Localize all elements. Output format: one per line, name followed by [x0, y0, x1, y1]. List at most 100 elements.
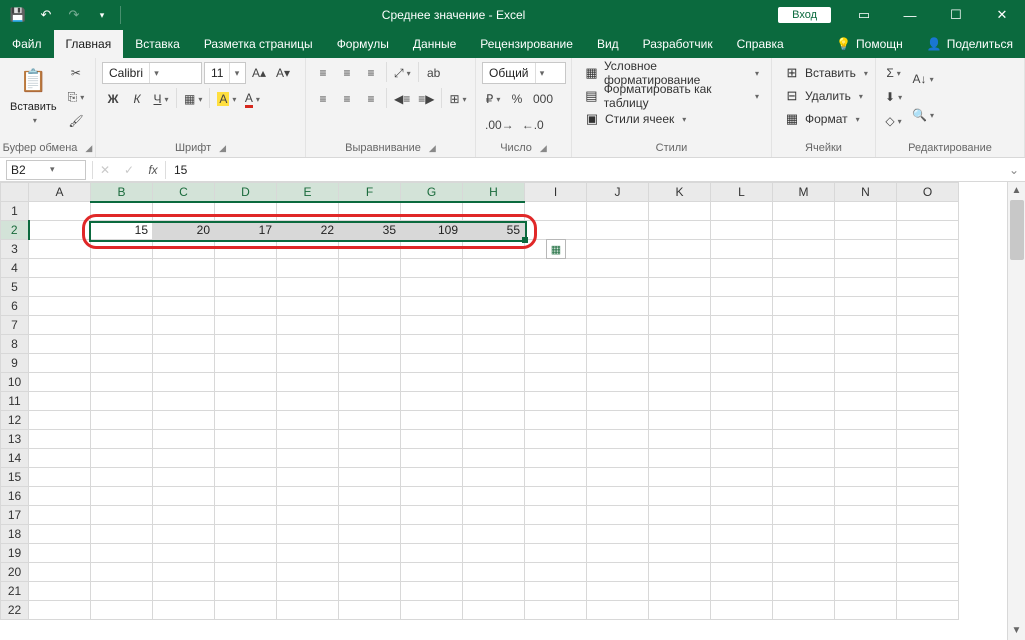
column-header-O[interactable]: O: [897, 183, 959, 202]
select-all-corner[interactable]: [1, 183, 29, 202]
align-bottom-icon[interactable]: ≡: [360, 62, 382, 84]
cell-L21[interactable]: [711, 582, 773, 601]
cell-M4[interactable]: [773, 259, 835, 278]
cell-J2[interactable]: [587, 221, 649, 240]
cell-A7[interactable]: [29, 316, 91, 335]
cell-C7[interactable]: [153, 316, 215, 335]
currency-icon[interactable]: ₽▾: [482, 88, 504, 110]
cell-G8[interactable]: [401, 335, 463, 354]
cell-E17[interactable]: [277, 506, 339, 525]
row-header-5[interactable]: 5: [1, 278, 29, 297]
cell-F16[interactable]: [339, 487, 401, 506]
cell-L13[interactable]: [711, 430, 773, 449]
cell-L14[interactable]: [711, 449, 773, 468]
save-icon[interactable]: 💾: [6, 3, 30, 27]
cell-K17[interactable]: [649, 506, 711, 525]
tab-formulas[interactable]: Формулы: [325, 30, 401, 58]
find-select-icon[interactable]: 🔍▾: [909, 98, 937, 132]
cell-B9[interactable]: [91, 354, 153, 373]
percent-icon[interactable]: %: [506, 88, 528, 110]
cell-A22[interactable]: [29, 601, 91, 620]
row-header-4[interactable]: 4: [1, 259, 29, 278]
cell-H17[interactable]: [463, 506, 525, 525]
cell-E9[interactable]: [277, 354, 339, 373]
conditional-formatting-button[interactable]: ▦Условное форматирование▾: [578, 62, 765, 84]
cell-A8[interactable]: [29, 335, 91, 354]
cell-E7[interactable]: [277, 316, 339, 335]
cell-I11[interactable]: [525, 392, 587, 411]
column-header-B[interactable]: B: [91, 183, 153, 202]
cell-O12[interactable]: [897, 411, 959, 430]
cell-J13[interactable]: [587, 430, 649, 449]
cell-M8[interactable]: [773, 335, 835, 354]
cell-C5[interactable]: [153, 278, 215, 297]
cell-D2[interactable]: 17: [215, 221, 277, 240]
cell-E20[interactable]: [277, 563, 339, 582]
cell-F20[interactable]: [339, 563, 401, 582]
cell-H20[interactable]: [463, 563, 525, 582]
cell-I13[interactable]: [525, 430, 587, 449]
cell-J6[interactable]: [587, 297, 649, 316]
cell-C2[interactable]: 20: [153, 221, 215, 240]
cell-N22[interactable]: [835, 601, 897, 620]
cell-C15[interactable]: [153, 468, 215, 487]
tab-file[interactable]: Файл: [0, 30, 54, 58]
cell-J16[interactable]: [587, 487, 649, 506]
cell-I22[interactable]: [525, 601, 587, 620]
decrease-indent-icon[interactable]: ◀≡: [391, 88, 413, 110]
row-header-6[interactable]: 6: [1, 297, 29, 316]
cell-H19[interactable]: [463, 544, 525, 563]
cell-F11[interactable]: [339, 392, 401, 411]
cell-G14[interactable]: [401, 449, 463, 468]
cell-B6[interactable]: [91, 297, 153, 316]
cell-K8[interactable]: [649, 335, 711, 354]
cell-N18[interactable]: [835, 525, 897, 544]
cell-J15[interactable]: [587, 468, 649, 487]
cell-E14[interactable]: [277, 449, 339, 468]
row-header-8[interactable]: 8: [1, 335, 29, 354]
number-format-combo[interactable]: Общий▾: [482, 62, 566, 84]
cell-G3[interactable]: [401, 240, 463, 259]
cell-M18[interactable]: [773, 525, 835, 544]
borders-icon[interactable]: ▦▾: [181, 88, 205, 110]
close-icon[interactable]: ✕: [979, 0, 1025, 30]
cell-B21[interactable]: [91, 582, 153, 601]
cell-M12[interactable]: [773, 411, 835, 430]
cell-D18[interactable]: [215, 525, 277, 544]
cell-J10[interactable]: [587, 373, 649, 392]
cell-G19[interactable]: [401, 544, 463, 563]
format-cells-button[interactable]: ▦Формат▾: [778, 108, 866, 130]
cell-C9[interactable]: [153, 354, 215, 373]
tab-review[interactable]: Рецензирование: [468, 30, 585, 58]
cell-F13[interactable]: [339, 430, 401, 449]
cell-F10[interactable]: [339, 373, 401, 392]
cell-O8[interactable]: [897, 335, 959, 354]
column-header-F[interactable]: F: [339, 183, 401, 202]
cell-G2[interactable]: 109: [401, 221, 463, 240]
cell-F17[interactable]: [339, 506, 401, 525]
cell-H18[interactable]: [463, 525, 525, 544]
redo-icon[interactable]: ↷: [62, 3, 86, 27]
column-header-C[interactable]: C: [153, 183, 215, 202]
cell-H10[interactable]: [463, 373, 525, 392]
cell-K6[interactable]: [649, 297, 711, 316]
cell-E11[interactable]: [277, 392, 339, 411]
row-header-10[interactable]: 10: [1, 373, 29, 392]
cell-H14[interactable]: [463, 449, 525, 468]
cell-F5[interactable]: [339, 278, 401, 297]
cell-D16[interactable]: [215, 487, 277, 506]
column-header-H[interactable]: H: [463, 183, 525, 202]
cell-O15[interactable]: [897, 468, 959, 487]
column-header-L[interactable]: L: [711, 183, 773, 202]
italic-button[interactable]: К: [126, 88, 148, 110]
cell-O3[interactable]: [897, 240, 959, 259]
row-header-14[interactable]: 14: [1, 449, 29, 468]
cell-K20[interactable]: [649, 563, 711, 582]
cell-A6[interactable]: [29, 297, 91, 316]
tab-insert[interactable]: Вставка: [123, 30, 192, 58]
cell-A5[interactable]: [29, 278, 91, 297]
cell-G15[interactable]: [401, 468, 463, 487]
wrap-text-icon[interactable]: ab: [423, 62, 445, 84]
cell-O14[interactable]: [897, 449, 959, 468]
tab-home[interactable]: Главная: [54, 30, 124, 58]
